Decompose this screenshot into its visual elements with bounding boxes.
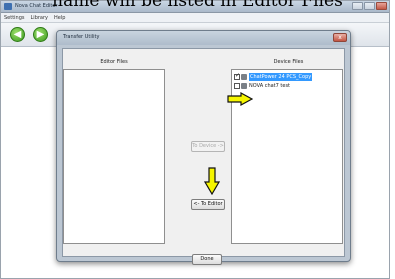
transfer-utility-dialog: Transfer Utility x Editor Files Device F… <box>56 30 351 265</box>
device-file-name[interactable]: NOVA chat7 test <box>249 82 290 90</box>
device-file-item[interactable]: ChatPower 24 PCS_Copy <box>234 72 313 81</box>
to-editor-button[interactable]: <- To Editor <box>191 199 225 210</box>
dialog-title: Transfer Utility <box>63 34 100 40</box>
editor-files-header: Editor Files <box>100 59 128 65</box>
dialog-close-button[interactable]: x <box>333 33 347 42</box>
editor-files-list[interactable] <box>63 69 165 244</box>
caption-text: name will be listed in Editor Files <box>52 0 343 10</box>
dialog-titlebar: Transfer Utility x <box>57 31 350 45</box>
back-arrow-icon[interactable]: ◀ <box>10 27 25 42</box>
forward-arrow-icon[interactable]: ▶ <box>33 27 48 42</box>
down-arrow-icon <box>204 167 220 195</box>
done-button[interactable]: Done <box>192 254 222 265</box>
to-device-button[interactable]: To Device -> <box>191 141 225 152</box>
checkbox-icon[interactable] <box>234 72 240 80</box>
checkbox-icon[interactable] <box>234 83 240 89</box>
file-icon <box>241 74 247 80</box>
menu-settings[interactable]: Settings <box>4 13 25 22</box>
menu-help[interactable]: Help <box>54 13 65 22</box>
device-files-header: Device Files <box>273 59 304 65</box>
dialog-body: Editor Files Device Files ChatPower 24 P… <box>62 48 345 265</box>
device-file-item[interactable]: NOVA chat7 test <box>234 82 290 90</box>
device-file-name[interactable]: ChatPower 24 PCS_Copy <box>249 73 313 81</box>
file-icon <box>241 83 247 89</box>
right-arrow-icon <box>227 92 253 106</box>
menu-bar: Settings Library Help <box>1 13 389 23</box>
menu-library[interactable]: Library <box>31 13 48 22</box>
